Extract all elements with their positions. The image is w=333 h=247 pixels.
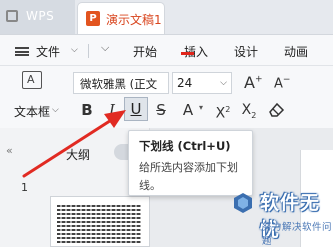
text-box-glyph: A [27, 73, 35, 86]
text-box-icon[interactable]: A [22, 71, 42, 89]
font-size-value: 24 [177, 76, 193, 90]
menu-design[interactable]: 设计 [234, 43, 258, 60]
font-size-dropdown-icon[interactable]: ⌵ [220, 78, 227, 88]
wps-home-tab[interactable]: WPS [0, 0, 75, 34]
increase-font-glyph: A [244, 73, 255, 92]
superscript-mark: 2 [225, 105, 231, 114]
tooltip-body: 给所选内容添加下划线。 [139, 161, 238, 192]
font-color-indicator [181, 52, 194, 55]
minus-icon: − [282, 75, 291, 85]
menu-separator [88, 44, 89, 58]
wps-logo-icon [6, 10, 18, 22]
menu-animation[interactable]: 动画 [284, 43, 308, 60]
menu-bar: 文件 ⌵ ⌵ 开始 插入 设计 动画 [0, 35, 333, 66]
tooltip-title: 下划线 (Ctrl+U) [139, 139, 231, 153]
decrease-font-size-button[interactable]: A− [274, 75, 290, 91]
subscript-button[interactable]: X2 [237, 99, 261, 121]
font-size-select[interactable]: 24 ⌵ [172, 72, 232, 94]
slide-number: 1 [21, 181, 28, 194]
quick-access-dropdown-icon[interactable]: ⌵ [101, 41, 109, 55]
watermark-logo-icon [234, 193, 252, 213]
strikethrough-button[interactable]: S [153, 99, 169, 121]
font-name-value: 微软雅黑 (正文 [80, 77, 158, 91]
slide-thumbnail[interactable] [50, 196, 150, 247]
font-name-select[interactable]: 微软雅黑 (正文 [73, 72, 169, 94]
wps-home-label: WPS [26, 9, 55, 23]
menu-file[interactable]: 文件 [36, 43, 60, 60]
font-color-dropdown-icon[interactable]: ▾ [199, 103, 203, 112]
menu-home[interactable]: 开始 [133, 43, 157, 60]
ribbon-home: A 文本框 ⌵ 微软雅黑 (正文 24 ⌵ A+ A− B I U S A ▾ … [0, 66, 333, 128]
text-box-button[interactable]: 文本框 [14, 103, 50, 120]
outline-tab[interactable]: 大纲 [66, 146, 90, 163]
subscript-mark: 2 [251, 110, 257, 120]
increase-font-size-button[interactable]: A+ [244, 73, 263, 92]
font-color-button[interactable]: A [180, 99, 196, 121]
document-tab[interactable]: P 演示文稿1 [77, 2, 165, 34]
watermark-subtitle: 努力解决软件问题 [262, 222, 333, 247]
eraser-icon[interactable] [266, 99, 286, 119]
decrease-font-glyph: A [274, 76, 283, 92]
subscript-base: X [241, 102, 252, 118]
superscript-button[interactable]: X2 [211, 99, 235, 122]
collapse-panel-icon[interactable]: « [6, 144, 13, 157]
document-tab-title: 演示文稿1 [106, 13, 162, 27]
plus-icon: + [254, 74, 263, 85]
underline-button[interactable]: U [124, 97, 148, 121]
italic-button[interactable]: I [105, 99, 119, 121]
text-box-dropdown-icon[interactable]: ⌵ [52, 105, 59, 115]
hamburger-menu-icon[interactable] [15, 47, 29, 56]
superscript-base: X [215, 105, 226, 122]
underline-tooltip: 下划线 (Ctrl+U) 给所选内容添加下划线。 [128, 130, 253, 196]
bold-button[interactable]: B [79, 99, 95, 121]
chevron-down-icon[interactable]: ⌵ [71, 45, 78, 55]
presentation-icon: P [86, 11, 100, 26]
